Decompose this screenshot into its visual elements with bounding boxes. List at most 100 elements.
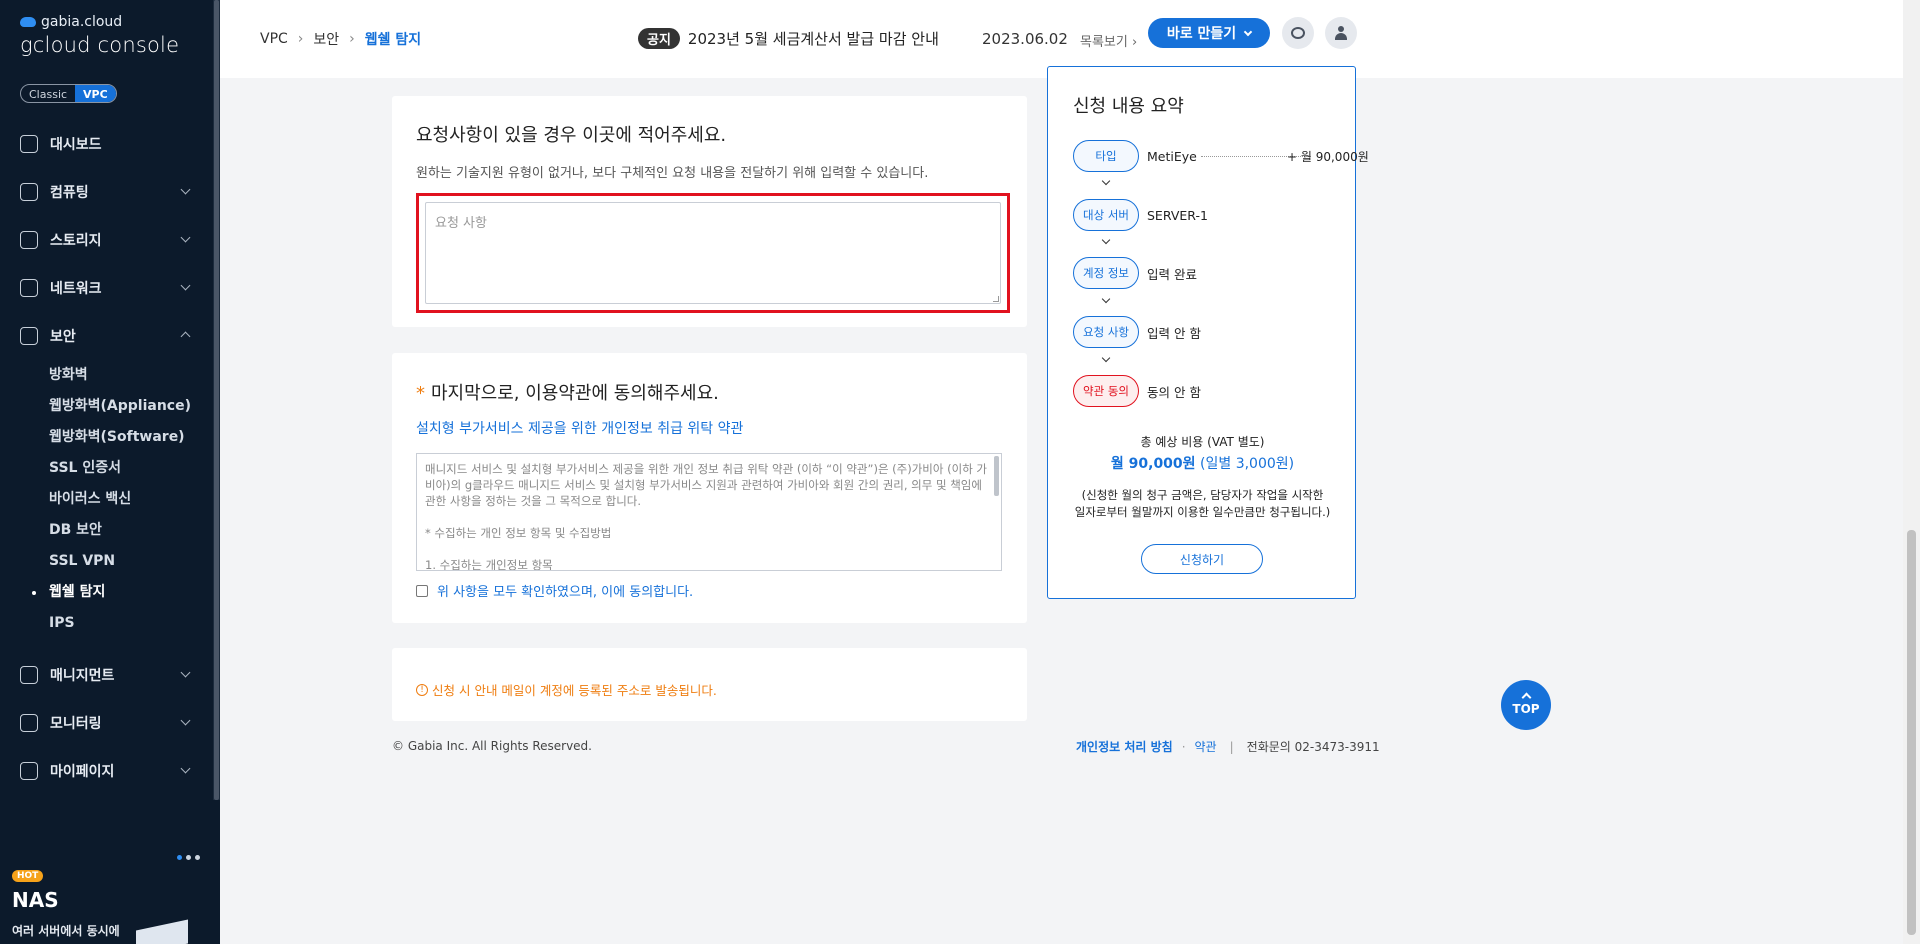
breadcrumb-separator-icon: › [297,31,304,47]
sidebar-item-dashboard[interactable]: 대시보드 [0,120,213,168]
management-icon [20,666,38,684]
previous-card-edge [392,64,1027,70]
submenu-waf-appliance[interactable]: 웹방화벽(Appliance) [49,391,213,422]
breadcrumb-security[interactable]: 보안 [313,29,339,49]
sidebar-item-network[interactable]: 네트워크 [0,264,213,312]
arrow-down-icon [1101,176,1111,186]
mode-vpc[interactable]: VPC [75,85,116,102]
agree-label[interactable]: 위 사항을 모두 확인하였으며, 이에 동의합니다. [437,581,693,600]
arrow-up-icon [1521,692,1531,703]
footer-copyright: © Gabia Inc. All Rights Reserved. [392,739,592,753]
notice-tag: 공지 [638,28,680,49]
resize-handle-icon[interactable] [993,296,999,302]
summary-title: 신청 내용 요약 [1073,96,1184,117]
sidebar-item-security[interactable]: 보안 [0,312,213,360]
step-value: SERVER-1 [1147,207,1208,223]
agree-row[interactable]: 위 사항을 모두 확인하였으며, 이에 동의합니다. [416,581,693,600]
submenu-webshell-detection[interactable]: 웹쉘 탐지 [32,577,213,608]
storage-icon [20,231,38,249]
sidebar-item-label: 보안 [50,329,76,345]
sidebar-item-label: 모니터링 [50,716,102,732]
brand-logo[interactable]: gabia.cloud gcloud console [20,14,179,57]
brand-small-text: gabia.cloud [41,14,123,30]
submenu-antivirus[interactable]: 바이러스 백신 [49,484,213,515]
terms-paragraph: * 수집하는 개인 정보 항목 및 수집방법 [425,526,612,540]
billing-note-line: 일자로부터 월말까지 이용한 일수만큼만 청구됩니다.) [1074,505,1331,519]
submenu-db-security[interactable]: DB 보안 [49,515,213,546]
promo-subtitle: 여러 서버에서 동시에 [12,924,120,938]
terms-link-footer[interactable]: 약관 [1195,738,1217,755]
feedback-button[interactable] [1282,17,1314,49]
mode-classic[interactable]: Classic [21,85,75,102]
step-value: 입력 안 함 [1147,325,1201,341]
terms-scrollbar[interactable] [994,456,999,496]
sidebar: gabia.cloud gcloud console Classic VPC 대… [0,0,220,944]
notice-text[interactable]: 2023년 5월 세금계산서 발급 마감 안내 [688,28,939,49]
arrow-down-icon [1101,353,1111,363]
terms-paragraph: 매니지드 서비스 및 설치형 부가서비스 제공을 위한 개인 정보 취급 위탁 … [425,462,988,508]
step-pill[interactable]: 계정 정보 [1073,257,1139,289]
billing-note: (신청한 월의 청구 금액은, 담당자가 작업을 시작한 일자로부터 월말까지 … [1048,487,1357,521]
submenu-waf-software[interactable]: 웹방화벽(Software) [49,422,213,453]
terms-content-box[interactable]: 매니지드 서비스 및 설치형 부가서비스 제공을 위한 개인 정보 취급 위탁 … [416,453,1002,571]
total-monthly: 월 90,000원 [1110,456,1196,472]
dashboard-icon [20,135,38,153]
required-star: * [416,383,425,404]
chevron-down-icon [180,184,191,195]
breadcrumb-separator-icon: › [349,31,355,47]
request-highlight-box: 요청 사항 [416,193,1010,313]
quick-create-button[interactable]: 바로 만들기 [1148,18,1270,48]
page-scrollbar[interactable] [1903,0,1920,944]
security-submenu: 방화벽 웹방화벽(Appliance) 웹방화벽(Software) SSL 인… [0,360,213,639]
sidebar-scrollbar[interactable] [213,0,220,800]
sidebar-item-label: 스토리지 [50,233,102,249]
request-textarea[interactable]: 요청 사항 [425,202,1001,304]
request-placeholder: 요청 사항 [435,216,487,231]
cloud-icon [20,17,36,27]
chevron-up-icon [180,331,191,342]
step-value: 입력 완료 [1147,266,1197,282]
step-value: MetiEye [1147,148,1197,164]
promo-pagination[interactable] [177,855,200,860]
submenu-ssl-vpn[interactable]: SSL VPN [49,546,213,577]
promo-title[interactable]: NAS [12,888,59,912]
list-view-link[interactable]: 목록보기 › [1080,31,1137,50]
chevron-down-icon [180,763,191,774]
info-message: ! 신청 시 안내 메일이 계정에 등록된 주소로 발송됩니다. [416,680,717,699]
summary-step-server: 대상 서버 SERVER-1 [1073,199,1208,231]
summary-step-type: 타입 MetiEye + 월 90,000원 [1073,140,1369,172]
step-pill[interactable]: 대상 서버 [1073,199,1139,231]
apply-button[interactable]: 신청하기 [1141,544,1263,574]
privacy-policy-link[interactable]: 개인정보 처리 방침 [1076,738,1173,755]
step-pill-alert[interactable]: 약관 동의 [1073,375,1139,407]
step-pill[interactable]: 타입 [1073,140,1139,172]
sidebar-item-storage[interactable]: 스토리지 [0,216,213,264]
sidebar-item-label: 대시보드 [50,137,102,153]
sidebar-item-label: 네트워크 [50,281,102,297]
sidebar-item-management[interactable]: 매니지먼트 [0,651,213,699]
submenu-ips[interactable]: IPS [49,608,213,639]
user-icon [1334,26,1348,40]
agree-checkbox[interactable] [416,584,428,597]
shield-icon [20,327,38,345]
terms-card: * 마지막으로, 이용약관에 동의해주세요. 설치형 부가서비스 제공을 위한 개… [392,353,1027,623]
sidebar-item-computing[interactable]: 컴퓨팅 [0,168,213,216]
submenu-firewall[interactable]: 방화벽 [49,360,213,391]
notice-date: 2023.06.02 [982,30,1068,48]
scroll-top-button[interactable]: TOP [1501,680,1551,730]
total-daily: (일별 3,000원) [1200,456,1295,472]
chevron-down-icon [180,715,191,726]
request-card: 요청사항이 있을 경우 이곳에 적어주세요. 원하는 기술지원 유형이 없거나,… [392,96,1027,327]
sidebar-item-mypage[interactable]: 마이페이지 [0,747,213,795]
notice-banner[interactable]: 공지 2023년 5월 세금계산서 발급 마감 안내 [638,28,939,49]
chevron-down-icon [180,232,191,243]
info-card: ! 신청 시 안내 메일이 계정에 등록된 주소로 발송됩니다. [392,648,1027,721]
sidebar-item-monitoring[interactable]: 모니터링 [0,699,213,747]
step-price: + 월 90,000원 [1287,150,1369,164]
breadcrumb-vpc[interactable]: VPC [260,31,288,47]
mode-toggle[interactable]: Classic VPC [20,84,117,103]
profile-button[interactable] [1325,17,1357,49]
terms-link[interactable]: 설치형 부가서비스 제공을 위한 개인정보 취급 위탁 약관 [416,418,743,438]
step-pill[interactable]: 요청 사항 [1073,316,1139,348]
submenu-ssl-certificate[interactable]: SSL 인증서 [49,453,213,484]
